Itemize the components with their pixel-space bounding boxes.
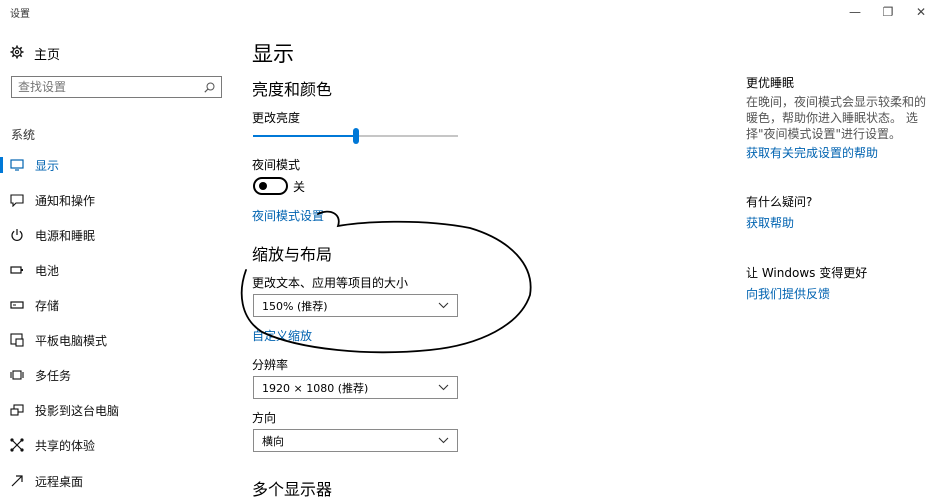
- hand-drawn-annotation: [240, 210, 532, 354]
- orientation-label: 方向: [252, 411, 277, 425]
- multiple-displays-heading: 多个显示器: [252, 480, 333, 499]
- scale-dropdown[interactable]: 150% (推荐): [253, 294, 458, 317]
- night-light-settings-link[interactable]: 夜间模式设置: [252, 207, 324, 224]
- sidebar-item-label: 多任务: [35, 368, 72, 383]
- shared-experience-icon: [10, 438, 24, 452]
- night-light-toggle[interactable]: [253, 177, 288, 195]
- sidebar-group-label: 系统: [11, 128, 36, 142]
- sidebar-item-tablet-mode[interactable]: 平板电脑模式: [0, 325, 240, 355]
- sleep-description: 在晚间，夜间模式会显示较柔和的暖色，帮助你进入睡眠状态。 选择"夜间模式设置"进…: [746, 95, 927, 141]
- maximize-button[interactable]: ❐: [871, 0, 905, 24]
- sleep-help-link[interactable]: 获取有关完成设置的帮助: [746, 144, 878, 161]
- sidebar-item-battery[interactable]: 电池: [0, 255, 240, 285]
- notification-icon: [10, 193, 24, 207]
- close-button[interactable]: ✕: [904, 0, 938, 24]
- gear-icon: [10, 45, 24, 63]
- custom-scaling-link[interactable]: 自定义缩放: [252, 327, 312, 344]
- sidebar-item-notifications[interactable]: 通知和操作: [0, 185, 240, 215]
- sidebar-item-power[interactable]: 电源和睡眠: [0, 220, 240, 250]
- battery-icon: [10, 263, 24, 277]
- brightness-slider-fill: [253, 135, 356, 137]
- sidebar-item-label: 电池: [35, 263, 60, 278]
- sidebar-item-label: 存储: [35, 298, 60, 313]
- tablet-mode-icon: [10, 333, 24, 347]
- sleep-heading: 更优睡眠: [746, 76, 795, 90]
- window-title: 设置: [10, 9, 30, 20]
- sidebar-item-label: 共享的体验: [35, 438, 96, 453]
- sidebar-home[interactable]: 主页: [10, 44, 60, 63]
- chevron-down-icon: [438, 299, 449, 312]
- resolution-dropdown[interactable]: 1920 × 1080 (推荐): [253, 376, 458, 399]
- remote-desktop-icon: [10, 474, 24, 488]
- brightness-slider-thumb[interactable]: [352, 128, 359, 144]
- sidebar-item-shared-experiences[interactable]: 共享的体验: [0, 430, 240, 460]
- search-box[interactable]: [11, 76, 222, 98]
- sidebar-item-label: 通知和操作: [35, 193, 96, 208]
- improve-heading: 让 Windows 变得更好: [746, 266, 868, 280]
- sidebar-item-label: 显示: [35, 158, 60, 173]
- power-icon: [10, 228, 24, 242]
- scale-section-heading: 缩放与布局: [252, 245, 333, 264]
- search-input[interactable]: [18, 80, 188, 94]
- night-light-label: 夜间模式: [252, 158, 301, 172]
- storage-icon: [10, 298, 24, 312]
- sidebar-item-display[interactable]: 显示: [0, 150, 240, 180]
- resolution-label: 分辨率: [252, 358, 289, 372]
- brightness-section-heading: 亮度和颜色: [252, 80, 333, 99]
- night-light-state: 关: [293, 180, 306, 194]
- sidebar-item-storage[interactable]: 存储: [0, 290, 240, 320]
- sidebar-home-label: 主页: [34, 48, 61, 63]
- sidebar-item-label: 远程桌面: [35, 474, 84, 489]
- get-help-link[interactable]: 获取帮助: [746, 214, 794, 231]
- brightness-label: 更改亮度: [252, 111, 301, 125]
- minimize-button[interactable]: —: [838, 0, 872, 24]
- sidebar-item-remote-desktop[interactable]: 远程桌面: [0, 466, 240, 496]
- scale-value: 150% (推荐): [262, 299, 328, 313]
- resolution-value: 1920 × 1080 (推荐): [262, 381, 369, 395]
- sidebar-item-project[interactable]: 投影到这台电脑: [0, 395, 240, 425]
- orientation-value: 横向: [262, 434, 284, 448]
- feedback-link[interactable]: 向我们提供反馈: [746, 285, 830, 302]
- scale-label: 更改文本、应用等项目的大小: [252, 276, 409, 290]
- sidebar-item-multitasking[interactable]: 多任务: [0, 360, 240, 390]
- question-heading: 有什么疑问?: [746, 195, 813, 209]
- chevron-down-icon: [438, 434, 449, 447]
- sidebar-item-label: 平板电脑模式: [35, 333, 108, 348]
- chevron-down-icon: [438, 381, 449, 394]
- page-title: 显示: [252, 42, 294, 66]
- active-indicator: [0, 157, 3, 173]
- monitor-icon: [10, 158, 24, 172]
- sidebar-item-label: 电源和睡眠: [35, 228, 96, 243]
- orientation-dropdown[interactable]: 横向: [253, 429, 458, 452]
- sidebar-item-label: 投影到这台电脑: [35, 403, 120, 418]
- multitask-icon: [10, 368, 24, 382]
- toggle-knob: [259, 182, 267, 190]
- search-icon[interactable]: [204, 78, 215, 97]
- project-icon: [10, 403, 24, 417]
